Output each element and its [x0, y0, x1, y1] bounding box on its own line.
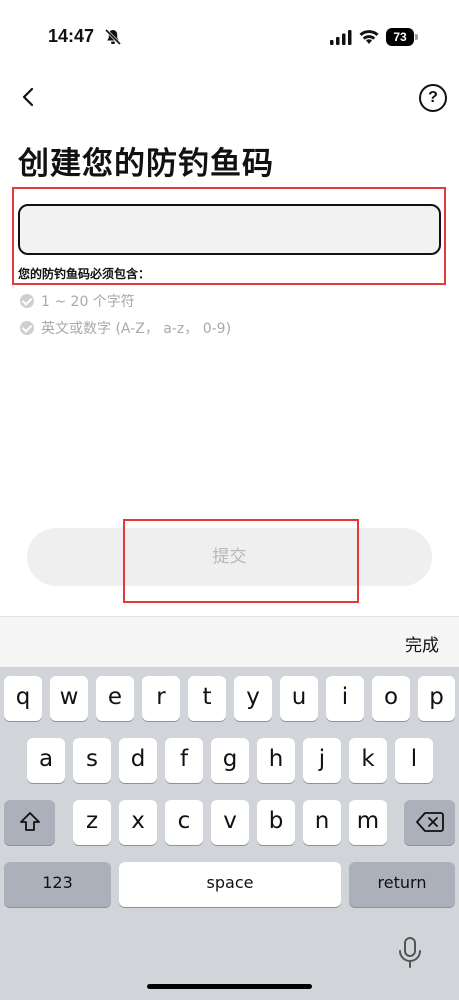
space-key[interactable]: space [119, 862, 341, 907]
key-s[interactable]: s [73, 738, 111, 783]
microphone-icon[interactable] [397, 936, 423, 970]
key-m[interactable]: m [349, 800, 387, 845]
battery-level: 73 [386, 28, 414, 46]
key-a[interactable]: a [27, 738, 65, 783]
key-e[interactable]: e [96, 676, 134, 721]
anti-phishing-code-input[interactable] [18, 204, 441, 255]
key-y[interactable]: y [234, 676, 272, 721]
key-w[interactable]: w [50, 676, 88, 721]
help-icon[interactable]: ? [419, 84, 447, 112]
keyboard-accessory-bar: 完成 [0, 616, 459, 668]
shift-key[interactable] [4, 800, 55, 845]
key-r[interactable]: r [142, 676, 180, 721]
key-b[interactable]: b [257, 800, 295, 845]
page-title: 创建您的防钓鱼码 [18, 146, 274, 182]
back-chevron-icon[interactable] [18, 84, 40, 110]
key-f[interactable]: f [165, 738, 203, 783]
key-z[interactable]: z [73, 800, 111, 845]
key-h[interactable]: h [257, 738, 295, 783]
backspace-key[interactable] [404, 800, 455, 845]
return-key[interactable]: return [349, 862, 455, 907]
requirement-item-charset: 英文或数字 (A-Z， a-z， 0-9) [20, 318, 231, 338]
status-time: 14:47 [48, 26, 95, 46]
backspace-icon [415, 812, 444, 832]
key-v[interactable]: v [211, 800, 249, 845]
key-n[interactable]: n [303, 800, 341, 845]
home-indicator [147, 984, 312, 989]
done-button[interactable]: 完成 [405, 631, 439, 656]
cellular-signal-icon [330, 30, 352, 45]
key-d[interactable]: d [119, 738, 157, 783]
requirement-label: 1 ~ 20 个字符 [41, 294, 135, 310]
key-u[interactable]: u [280, 676, 318, 721]
key-x[interactable]: x [119, 800, 157, 845]
keyboard: q w e r t y u i o p a s d f g h j k l z … [0, 667, 459, 1000]
battery-icon: 73 [386, 28, 420, 46]
key-o[interactable]: o [372, 676, 410, 721]
bell-muted-icon [104, 28, 122, 46]
key-q[interactable]: q [4, 676, 42, 721]
check-circle-icon [20, 294, 34, 308]
key-j[interactable]: j [303, 738, 341, 783]
submit-highlight-box [123, 519, 359, 603]
requirement-item-length: 1 ~ 20 个字符 [20, 291, 135, 311]
requirement-label: 英文或数字 (A-Z， a-z， 0-9) [41, 321, 232, 337]
key-p[interactable]: p [418, 676, 455, 721]
wifi-icon [359, 30, 379, 44]
key-k[interactable]: k [349, 738, 387, 783]
numbers-key[interactable]: 123 [4, 862, 111, 907]
requirements-title: 您的防钓鱼码必须包含： [18, 267, 151, 281]
key-i[interactable]: i [326, 676, 364, 721]
shift-icon [19, 812, 40, 831]
key-g[interactable]: g [211, 738, 249, 783]
key-c[interactable]: c [165, 800, 203, 845]
key-t[interactable]: t [188, 676, 226, 721]
check-circle-icon [20, 321, 34, 335]
key-l[interactable]: l [395, 738, 433, 783]
